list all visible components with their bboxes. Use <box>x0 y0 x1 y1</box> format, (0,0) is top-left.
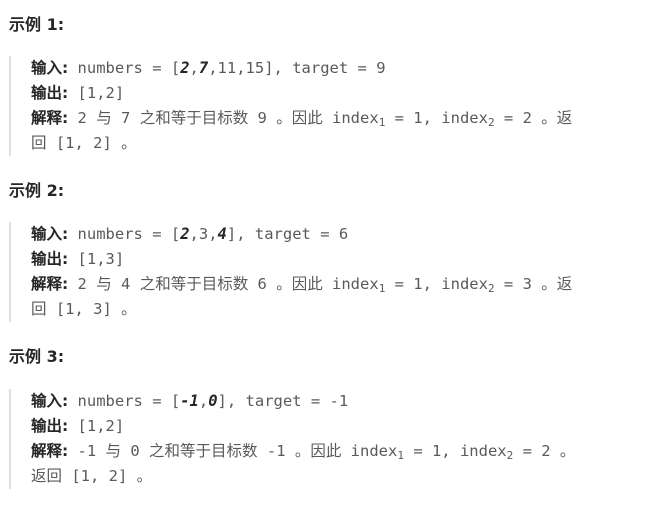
output-line: 输出: [1,2] <box>31 417 125 435</box>
problem-examples: 示例 1: 输入: numbers = [2,7,11,15], target … <box>0 0 658 515</box>
input-line: 输入: numbers = [-1,0], target = -1 <box>31 392 349 410</box>
output-label: 输出: <box>31 250 69 268</box>
example-title: 示例 1: <box>9 15 65 34</box>
input-label: 输入: <box>31 59 69 77</box>
explanation-line: 解释: -1 与 0 之和等于目标数 -1 。因此 index1 = 1, in… <box>31 442 576 462</box>
explanation-label: 解释: <box>31 442 69 460</box>
input-label: 输入: <box>31 392 69 410</box>
input-line: 输入: numbers = [2,7,11,15], target = 9 <box>31 59 386 77</box>
example-title: 示例 3: <box>9 347 65 366</box>
output-label: 输出: <box>31 84 69 102</box>
explanation-line: 解释: 2 与 4 之和等于目标数 6 。因此 index1 = 1, inde… <box>31 275 573 295</box>
explanation-continuation: 回 [1, 3] 。 <box>31 300 137 318</box>
example-code-block: 输入: numbers = [-1,0], target = -1 输出: [1… <box>9 389 649 489</box>
example-code-block: 输入: numbers = [2,7,11,15], target = 9 输出… <box>9 56 649 156</box>
example-code-block: 输入: numbers = [2,3,4], target = 6 输出: [1… <box>9 222 649 322</box>
explanation-line: 解释: 2 与 7 之和等于目标数 9 。因此 index1 = 1, inde… <box>31 109 573 129</box>
explanation-label: 解释: <box>31 275 69 293</box>
input-label: 输入: <box>31 225 69 243</box>
output-line: 输出: [1,2] <box>31 84 125 102</box>
example-title: 示例 2: <box>9 181 65 200</box>
explanation-label: 解释: <box>31 109 69 127</box>
output-line: 输出: [1,3] <box>31 250 125 268</box>
input-line: 输入: numbers = [2,3,4], target = 6 <box>31 225 349 243</box>
explanation-continuation: 回 [1, 2] 。 <box>31 134 137 152</box>
output-label: 输出: <box>31 417 69 435</box>
explanation-continuation: 返回 [1, 2] 。 <box>31 467 153 485</box>
